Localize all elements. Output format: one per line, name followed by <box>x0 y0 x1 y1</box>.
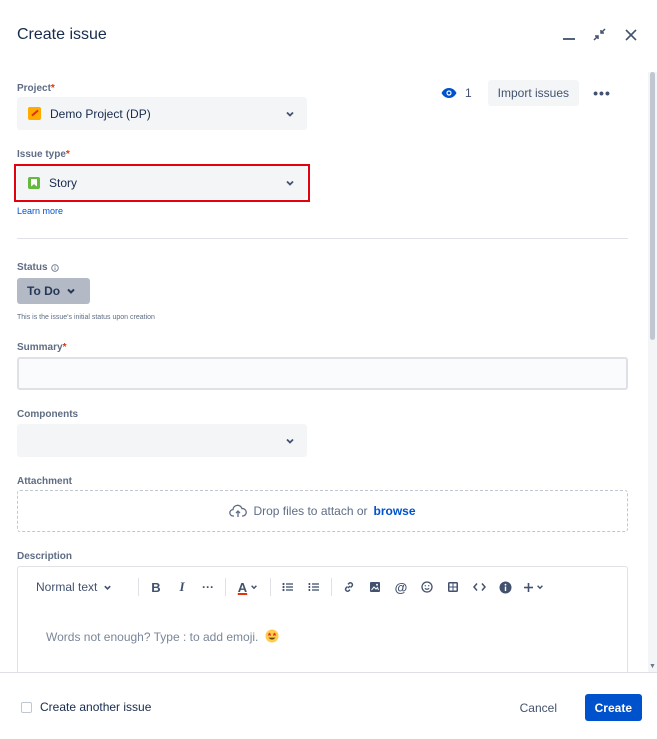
components-select[interactable] <box>17 424 307 457</box>
italic-button[interactable]: I <box>169 575 195 599</box>
chevron-down-icon <box>251 585 258 590</box>
numbered-list-icon <box>308 583 319 591</box>
bold-button[interactable]: B <box>143 575 169 599</box>
create-another-label: Create another issue <box>40 700 152 714</box>
mention-button[interactable]: @ <box>388 575 414 599</box>
import-issues-button[interactable]: Import issues <box>487 80 579 106</box>
bullet-list-button[interactable] <box>275 575 301 599</box>
status-help-text: This is the issue's initial status upon … <box>17 314 155 321</box>
toolbar-separator <box>270 578 271 596</box>
chevron-down-icon <box>286 111 294 117</box>
insert-more-button[interactable] <box>518 575 548 599</box>
table-icon <box>448 582 458 592</box>
section-divider <box>17 238 628 239</box>
toolbar-separator <box>225 578 226 596</box>
code-icon <box>472 583 486 591</box>
attachment-label: Attachment <box>17 476 73 487</box>
info-panel-button[interactable] <box>492 575 518 599</box>
project-avatar-icon <box>28 107 41 120</box>
minimize-icon[interactable] <box>560 26 577 43</box>
link-button[interactable] <box>336 575 362 599</box>
text-color-icon: A <box>237 579 248 595</box>
text-style-label: Normal text <box>36 580 98 594</box>
scrollbar-thumb[interactable] <box>650 72 655 340</box>
chevron-down-icon <box>286 438 294 444</box>
star-struck-emoji-icon <box>265 629 279 643</box>
text-color-button[interactable]: A <box>230 575 266 599</box>
header-actions <box>560 26 639 43</box>
summary-input[interactable] <box>17 357 628 390</box>
more-formatting-button[interactable]: ··· <box>195 575 221 599</box>
code-button[interactable] <box>466 575 492 599</box>
components-label: Components <box>17 409 79 420</box>
description-placeholder: Words not enough? Type : to add emoji. <box>46 629 279 644</box>
watch-button[interactable]: 1 <box>441 86 472 100</box>
eye-icon <box>441 88 457 98</box>
chevron-down-icon <box>536 585 543 590</box>
image-button[interactable] <box>362 575 388 599</box>
editor-toolbar: Normal text B I ··· A @ <box>18 567 627 607</box>
cancel-button[interactable]: Cancel <box>512 695 565 721</box>
top-actions: 1 Import issues ••• <box>441 80 615 106</box>
link-icon <box>344 582 354 592</box>
create-button[interactable]: Create <box>584 694 642 721</box>
toolbar-separator <box>138 578 139 596</box>
collapse-icon[interactable] <box>591 26 608 43</box>
project-label: Project* <box>17 83 55 94</box>
drop-text: Drop files to attach or <box>253 504 368 518</box>
numbered-list-button[interactable] <box>301 575 327 599</box>
at-sign-icon: @ <box>394 579 408 595</box>
issue-type-label: Issue type* <box>17 149 70 160</box>
chevron-down-icon <box>67 288 75 294</box>
issue-type-highlight <box>14 164 310 202</box>
checkbox-box[interactable] <box>21 701 32 713</box>
attachment-dropzone[interactable]: Drop files to attach or browse <box>17 490 628 532</box>
browse-link[interactable]: browse <box>374 504 416 518</box>
close-icon[interactable] <box>622 26 639 43</box>
scrollbar[interactable]: ▼ <box>648 72 657 672</box>
table-button[interactable] <box>440 575 466 599</box>
learn-more-link[interactable]: Learn more <box>17 206 63 216</box>
status-value: To Do <box>27 284 61 298</box>
placeholder-text: Words not enough? Type : to add emoji. <box>46 630 259 644</box>
watch-count: 1 <box>464 86 472 100</box>
summary-label: Summary* <box>17 342 67 353</box>
more-actions-button[interactable]: ••• <box>589 80 615 106</box>
dialog-body[interactable]: 1 Import issues ••• Project* Demo Projec… <box>0 72 648 672</box>
description-label: Description <box>17 551 73 562</box>
create-issue-dialog: Create issue 1 Import issues ••• Project… <box>0 0 657 739</box>
dialog-footer: Create another issue Cancel Create <box>0 672 657 739</box>
emoji-icon <box>421 581 433 593</box>
status-label: Status <box>17 262 59 273</box>
toolbar-separator <box>331 578 332 596</box>
image-icon <box>370 582 380 592</box>
description-editor[interactable]: Normal text B I ··· A @ Words not enough… <box>17 566 628 672</box>
chevron-down-icon <box>104 585 112 590</box>
info-icon <box>499 581 511 593</box>
status-dropdown[interactable]: To Do <box>17 278 90 304</box>
bullet-list-icon <box>282 582 293 592</box>
scroll-down-icon[interactable]: ▼ <box>649 663 656 670</box>
dialog-header: Create issue <box>0 0 657 72</box>
create-another-checkbox[interactable]: Create another issue <box>21 700 151 714</box>
info-icon <box>50 263 59 272</box>
emoji-button[interactable] <box>414 575 440 599</box>
plus-icon <box>523 582 533 592</box>
text-style-dropdown[interactable]: Normal text <box>36 575 134 599</box>
cloud-upload-icon <box>229 504 248 517</box>
dialog-title: Create issue <box>17 26 107 43</box>
project-select[interactable]: Demo Project (DP) <box>17 97 307 130</box>
project-value: Demo Project (DP) <box>50 106 151 121</box>
